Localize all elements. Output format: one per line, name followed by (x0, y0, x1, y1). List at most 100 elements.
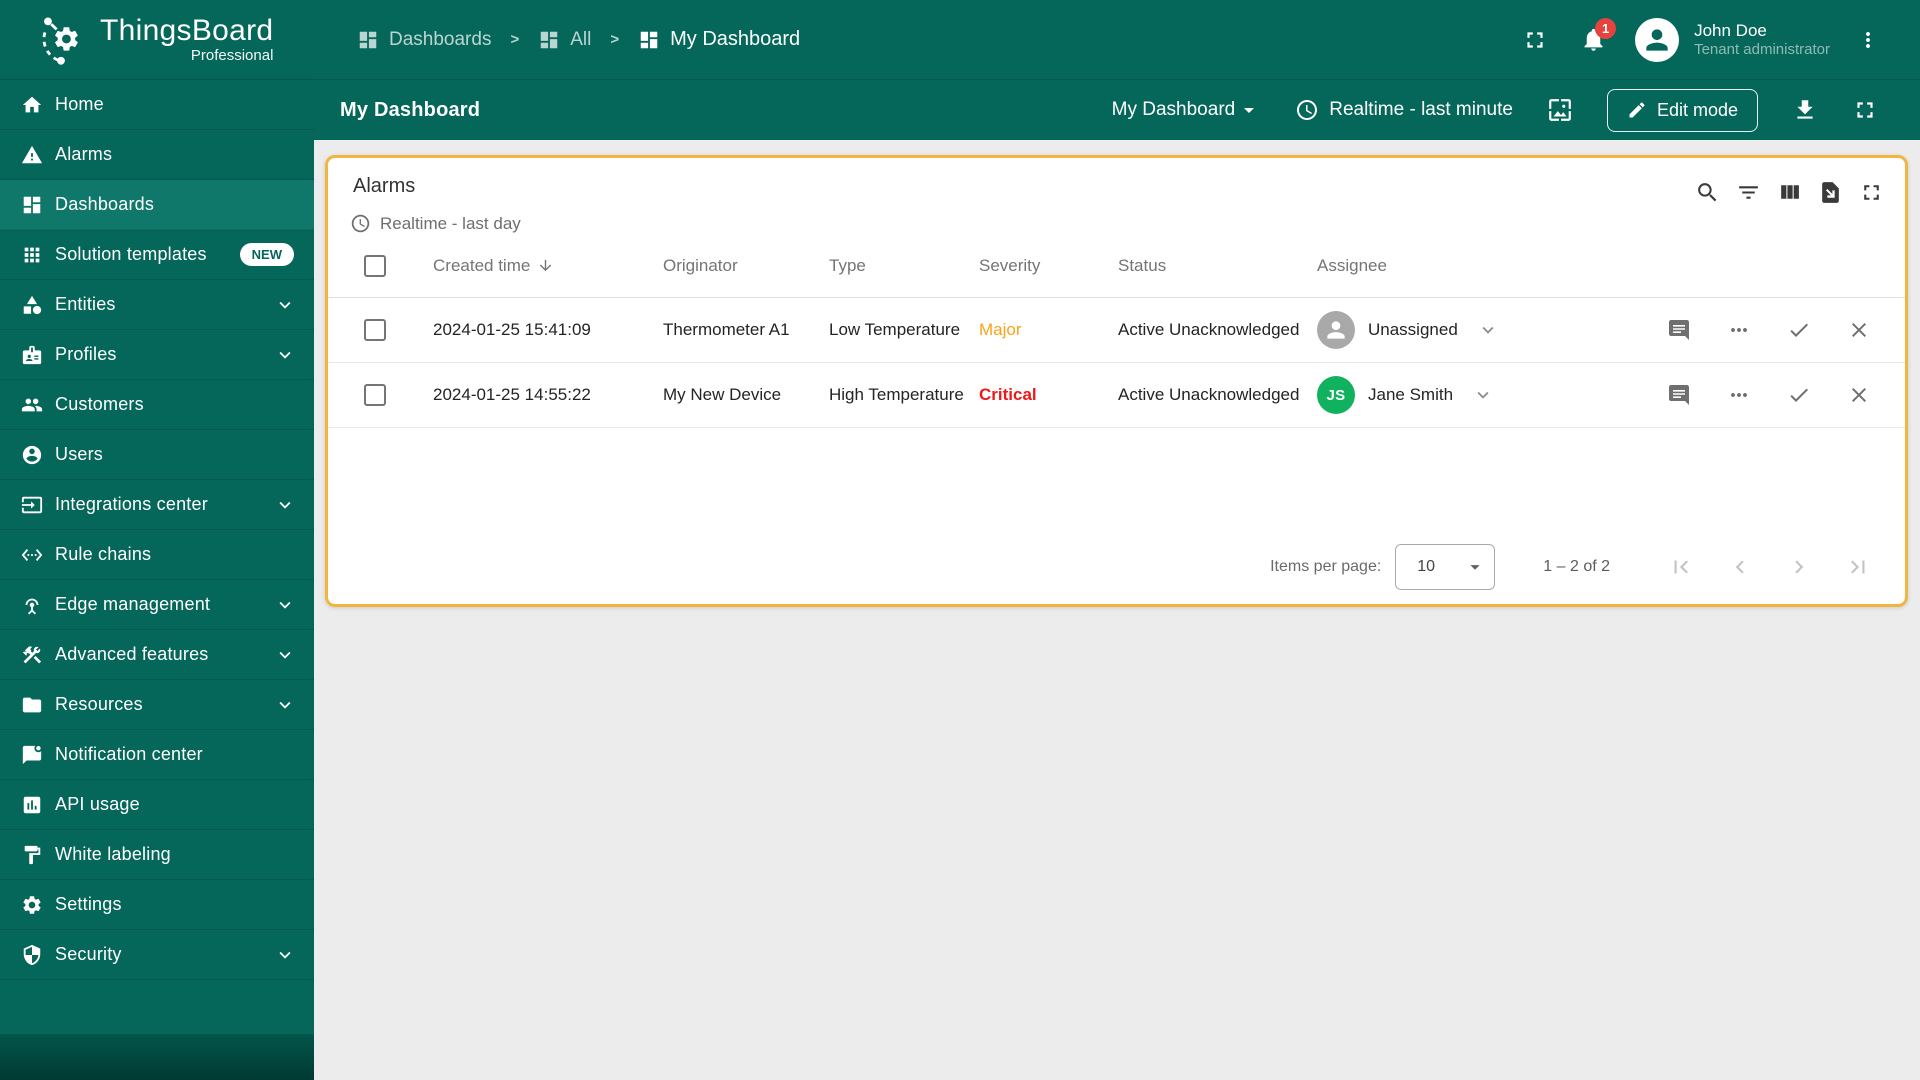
acknowledge-check-icon[interactable] (1787, 383, 1811, 407)
more-vert-icon[interactable] (1856, 28, 1880, 52)
paginator-buttons (1668, 554, 1871, 580)
breadcrumb-all[interactable]: All (538, 29, 591, 51)
row-checkbox[interactable] (364, 384, 386, 406)
breadcrumb-my-dashboard[interactable]: My Dashboard (638, 28, 800, 51)
paint-icon (24, 845, 41, 864)
cell-type: Low Temperature (829, 320, 961, 339)
breadcrumb-dashboards[interactable]: Dashboards (357, 29, 491, 51)
chevron-down-icon (279, 951, 291, 959)
chevron-down-icon (279, 651, 291, 659)
dashboard-state-selector[interactable]: My Dashboard (1112, 98, 1262, 122)
select-all-checkbox[interactable] (364, 254, 386, 277)
widget-timewindow[interactable]: Realtime - last day (350, 213, 521, 234)
main-area: Dashboards > All > My Dashboard 1 John D… (314, 0, 1920, 1080)
sidebar-item-integrations-center[interactable]: Integrations center (0, 480, 314, 530)
sidebar-item-home[interactable]: Home (0, 80, 314, 130)
column-header-originator[interactable]: Originator (663, 256, 829, 276)
first-page-icon[interactable] (1668, 554, 1694, 580)
fullscreen-icon[interactable] (1859, 180, 1884, 234)
sidebar-item-dashboards[interactable]: Dashboards (0, 180, 314, 230)
fullscreen-icon[interactable] (1852, 97, 1878, 123)
column-header-created-time[interactable]: Created time (433, 256, 663, 276)
assignee-name: Unassigned (1368, 320, 1458, 339)
timewindow-button[interactable]: Realtime - last minute (1295, 98, 1513, 122)
clear-close-icon[interactable] (1847, 318, 1871, 342)
columns-icon[interactable] (1777, 180, 1802, 234)
comment-icon[interactable] (1667, 383, 1691, 407)
assignee-dropdown-icon[interactable] (1477, 319, 1499, 341)
sidebar-item-settings[interactable]: Settings (0, 880, 314, 930)
page-title: My Dashboard (340, 98, 481, 121)
sidebar-item-entities[interactable]: Entities (0, 280, 314, 330)
export-icon[interactable] (1818, 180, 1843, 234)
chevron-down-icon (279, 351, 291, 359)
sidebar-item-edge-management[interactable]: Edge management (0, 580, 314, 630)
fullscreen-icon[interactable] (1522, 27, 1548, 53)
people-icon (21, 398, 43, 411)
sidebar-item-white-labeling[interactable]: White labeling (0, 830, 314, 880)
sidebar-item-profiles[interactable]: Profiles (0, 330, 314, 380)
app-logo[interactable]: ThingsBoard Professional (0, 0, 314, 80)
integration-icon (21, 496, 43, 513)
table-empty-space (328, 428, 1905, 540)
assignee-dropdown-icon[interactable] (1472, 384, 1494, 406)
comment-icon[interactable] (1667, 318, 1691, 342)
assignee-name: Jane Smith (1368, 385, 1454, 404)
alarm-row-1[interactable]: 2024-01-25 15:41:09 Thermometer A1 Low T… (328, 298, 1905, 363)
home-icon (22, 96, 42, 112)
download-icon[interactable] (1792, 97, 1818, 123)
sidebar-item-customers[interactable]: Customers (0, 380, 314, 430)
cell-assignee: JS Jane Smith (1317, 376, 1623, 414)
last-page-icon[interactable] (1845, 554, 1871, 580)
alarm-row-2[interactable]: 2024-01-25 14:55:22 My New Device High T… (328, 363, 1905, 428)
user-avatar[interactable] (1635, 17, 1680, 62)
edit-mode-button[interactable]: Edit mode (1606, 88, 1758, 132)
more-horiz-icon[interactable] (1727, 318, 1751, 342)
sidebar-item-rule-chains[interactable]: Rule chains (0, 530, 314, 580)
cell-status: Active Unacknowledged (1118, 320, 1300, 339)
row-actions (1623, 318, 1905, 342)
sidebar-item-users[interactable]: Users (0, 430, 314, 480)
dashboard-toolbar: My Dashboard My Dashboard Realtime - las… (314, 80, 1920, 140)
badge-icon (22, 345, 42, 364)
toolbar-right: My Dashboard Realtime - last minute Edit… (1112, 88, 1878, 132)
cell-created-time: 2024-01-25 15:41:09 (433, 320, 591, 339)
filter-icon[interactable] (1736, 180, 1761, 234)
folder-icon (22, 697, 42, 712)
search-icon[interactable] (1695, 180, 1720, 234)
sidebar-item-security[interactable]: Security (0, 930, 314, 980)
sidebar-item-advanced-features[interactable]: Advanced features (0, 630, 314, 680)
sidebar-item-resources[interactable]: Resources (0, 680, 314, 730)
clock-icon (351, 214, 370, 233)
clear-close-icon[interactable] (1847, 383, 1871, 407)
topbar-right: 1 John Doe Tenant administrator (1522, 17, 1880, 62)
acknowledge-check-icon[interactable] (1787, 318, 1811, 342)
column-header-severity[interactable]: Severity (979, 256, 1118, 276)
sidebar-item-alarms[interactable]: Alarms (0, 130, 314, 180)
column-header-assignee[interactable]: Assignee (1317, 256, 1623, 276)
sidebar-item-solution-templates[interactable]: Solution templates NEW (0, 230, 314, 280)
category-icon (23, 295, 42, 314)
alarms-widget: Alarms Realtime - last day Created time … (325, 155, 1908, 607)
paginator: Items per page: 10 1 – 2 of 2 (328, 540, 1905, 604)
cell-originator: Thermometer A1 (663, 320, 790, 339)
sidebar-item-api-usage[interactable]: API usage (0, 780, 314, 830)
sidebar: ThingsBoard Professional Home Alarms Das… (0, 0, 314, 1080)
next-page-icon[interactable] (1786, 554, 1812, 580)
gear-icon (23, 895, 41, 914)
more-horiz-icon[interactable] (1727, 383, 1751, 407)
page-size-select[interactable]: 10 (1395, 544, 1496, 590)
alarms-table-header: Created time Originator Type Severity St… (328, 234, 1905, 298)
column-header-type[interactable]: Type (829, 256, 979, 276)
notifications-button[interactable]: 1 (1580, 18, 1617, 53)
user-info[interactable]: John Doe Tenant administrator (1694, 20, 1830, 60)
sidebar-item-notification-center[interactable]: Notification center (0, 730, 314, 780)
row-checkbox[interactable] (364, 319, 386, 341)
sidebar-bottom-fade (0, 1034, 314, 1080)
column-header-status[interactable]: Status (1118, 256, 1317, 276)
user-role: Tenant administrator (1694, 40, 1830, 58)
tools-icon (22, 645, 42, 663)
dashboard-image-icon[interactable] (1547, 97, 1573, 123)
previous-page-icon[interactable] (1727, 554, 1753, 580)
